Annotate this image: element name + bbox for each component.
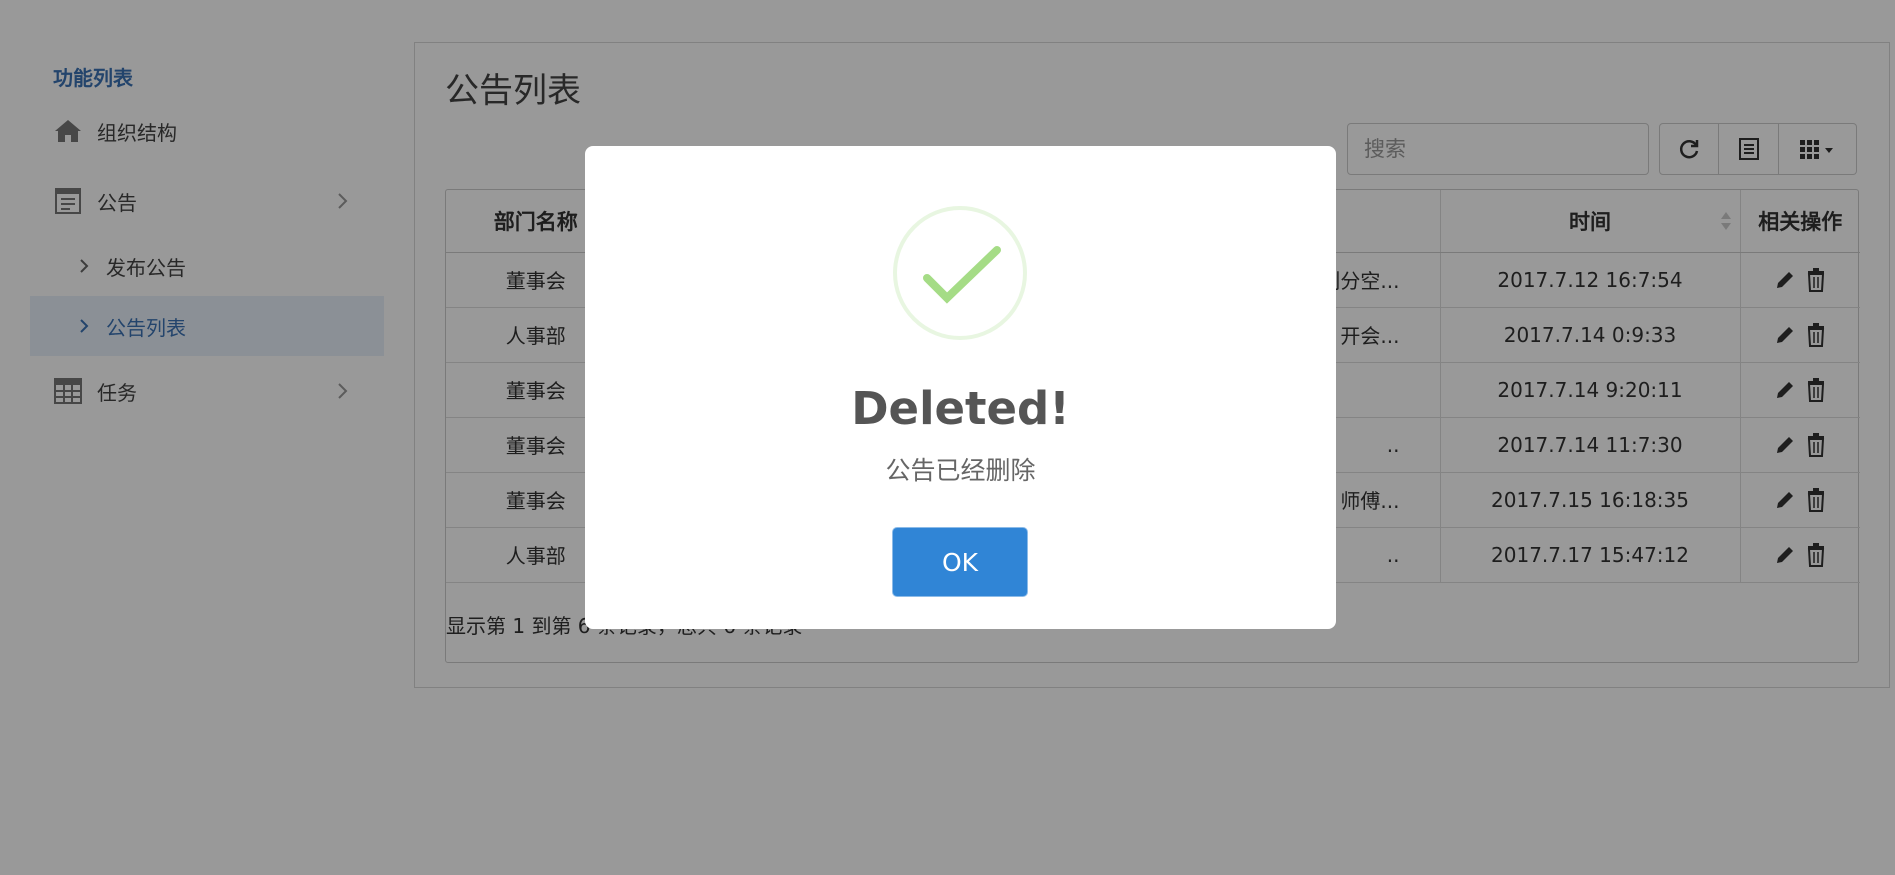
ok-button[interactable]: OK	[893, 528, 1027, 596]
success-dialog: Deleted! 公告已经删除 OK	[585, 146, 1336, 629]
dialog-message: 公告已经删除	[885, 456, 1036, 485]
dialog-title: Deleted!	[851, 382, 1070, 435]
success-icon	[893, 206, 1027, 340]
